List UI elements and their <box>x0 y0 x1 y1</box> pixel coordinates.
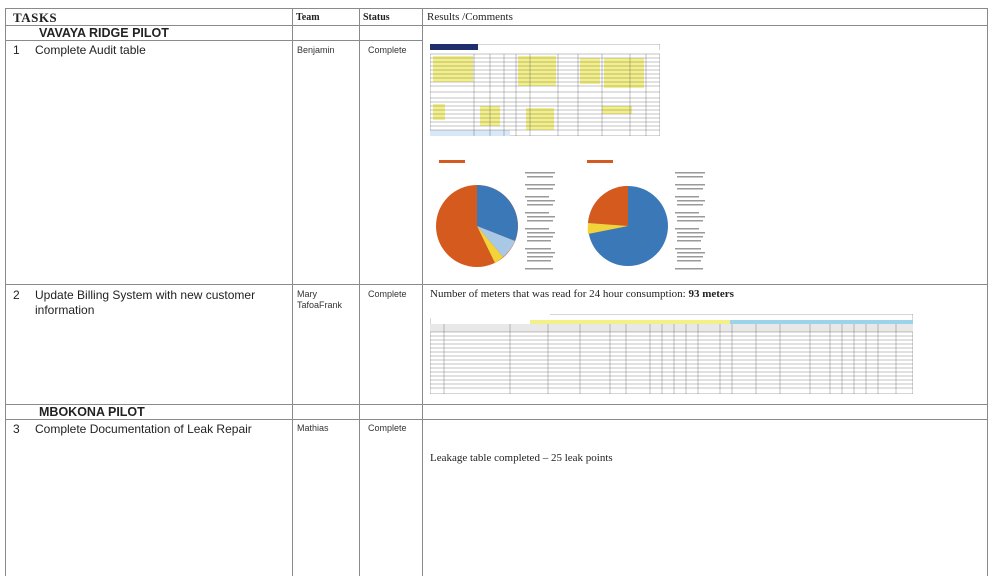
billing-table-thumbnail <box>430 314 913 394</box>
task-number: 2 <box>13 288 20 302</box>
task-status: Complete <box>368 289 407 299</box>
table-border-right <box>987 8 988 576</box>
task-description: Update Billing System with new customer … <box>35 288 256 317</box>
row-divider-2 <box>5 404 988 405</box>
task-status: Complete <box>368 45 407 55</box>
header-results: Results /Comments <box>427 11 513 23</box>
row-divider-1 <box>5 284 988 285</box>
task-team: Mary TafoaFrank <box>297 289 343 310</box>
section-title-mbokona: MBOKONA PILOT <box>39 405 145 419</box>
task-result: Number of meters that was read for 24 ho… <box>430 288 734 300</box>
col-divider-results <box>422 8 423 576</box>
table-border-left <box>5 8 6 576</box>
task-result-text: Leakage table completed – 25 leak points <box>430 452 613 464</box>
task-team: Mathias <box>297 423 329 433</box>
section-divider-2 <box>5 419 988 420</box>
task-number: 3 <box>13 422 20 436</box>
header-status: Status <box>363 12 390 23</box>
section-title-vavaya: VAVAYA RIDGE PILOT <box>39 26 169 40</box>
task-number: 1 <box>13 43 20 57</box>
header-tasks: TASKS <box>13 10 58 25</box>
task-team: Benjamin <box>297 45 335 55</box>
table-border-top <box>5 8 988 9</box>
task-result-bold: 93 meters <box>688 288 734 300</box>
header-team: Team <box>296 12 320 23</box>
audit-table-thumbnail <box>430 44 660 136</box>
col-divider-team <box>292 8 293 576</box>
task-result-text: Number of meters that was read for 24 ho… <box>430 288 686 300</box>
pie-charts-thumbnail <box>435 154 725 278</box>
tasks-table: TASKS Team Status Results /Comments VAVA… <box>5 8 988 576</box>
task-status: Complete <box>368 423 407 433</box>
task-description: Complete Audit table <box>35 43 146 57</box>
col-divider-status <box>359 8 360 576</box>
task-description: Complete Documentation of Leak Repair <box>35 422 252 436</box>
